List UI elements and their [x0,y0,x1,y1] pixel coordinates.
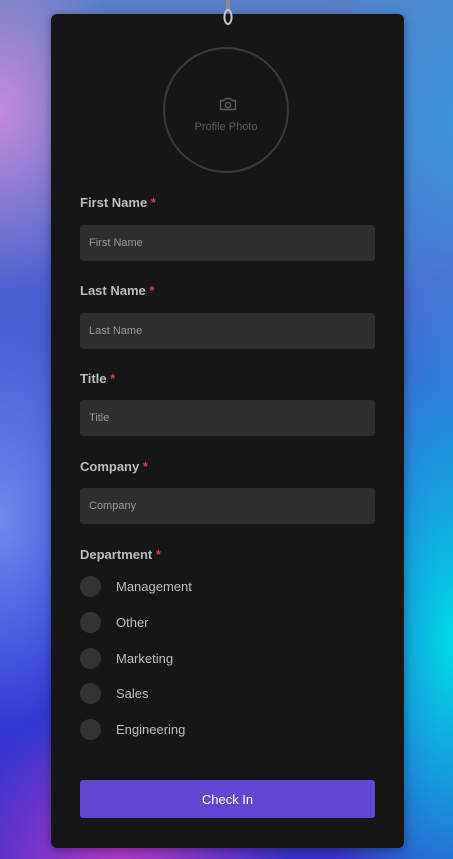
check-in-card: Profile Photo First Name * Last Name * T… [51,14,404,848]
radio-button[interactable] [80,683,101,704]
company-label-text: Company [80,459,140,474]
title-label: Title * [80,371,115,386]
company-input[interactable] [80,488,375,524]
radio-button[interactable] [80,648,101,669]
required-marker: * [155,547,161,562]
first-name-label-text: First Name [80,195,148,210]
last-name-input[interactable] [80,313,375,349]
title-label-text: Title [80,371,107,386]
first-name-label: First Name * [80,195,156,210]
radio-button[interactable] [80,719,101,740]
required-marker: * [110,371,116,386]
profile-photo-upload[interactable]: Profile Photo [163,47,289,173]
first-name-input[interactable] [80,225,375,261]
last-name-label: Last Name * [80,283,154,298]
company-label: Company * [80,459,148,474]
radio-label: Engineering [116,722,186,737]
profile-photo-label: Profile Photo [194,121,258,133]
required-marker: * [150,195,156,210]
department-label-text: Department [80,547,153,562]
badge-clip-icon [223,0,233,26]
radio-label: Marketing [116,651,174,666]
radio-button[interactable] [80,612,101,633]
department-label: Department * [80,547,161,562]
radio-label: Management [116,579,192,594]
radio-label: Other [116,615,149,630]
radio-label: Sales [116,686,149,701]
radio-button[interactable] [80,576,101,597]
camera-icon [219,97,237,111]
required-marker: * [149,283,155,298]
check-in-button[interactable]: Check In [80,780,375,818]
title-input[interactable] [80,400,375,436]
required-marker: * [142,459,148,474]
last-name-label-text: Last Name [80,283,146,298]
